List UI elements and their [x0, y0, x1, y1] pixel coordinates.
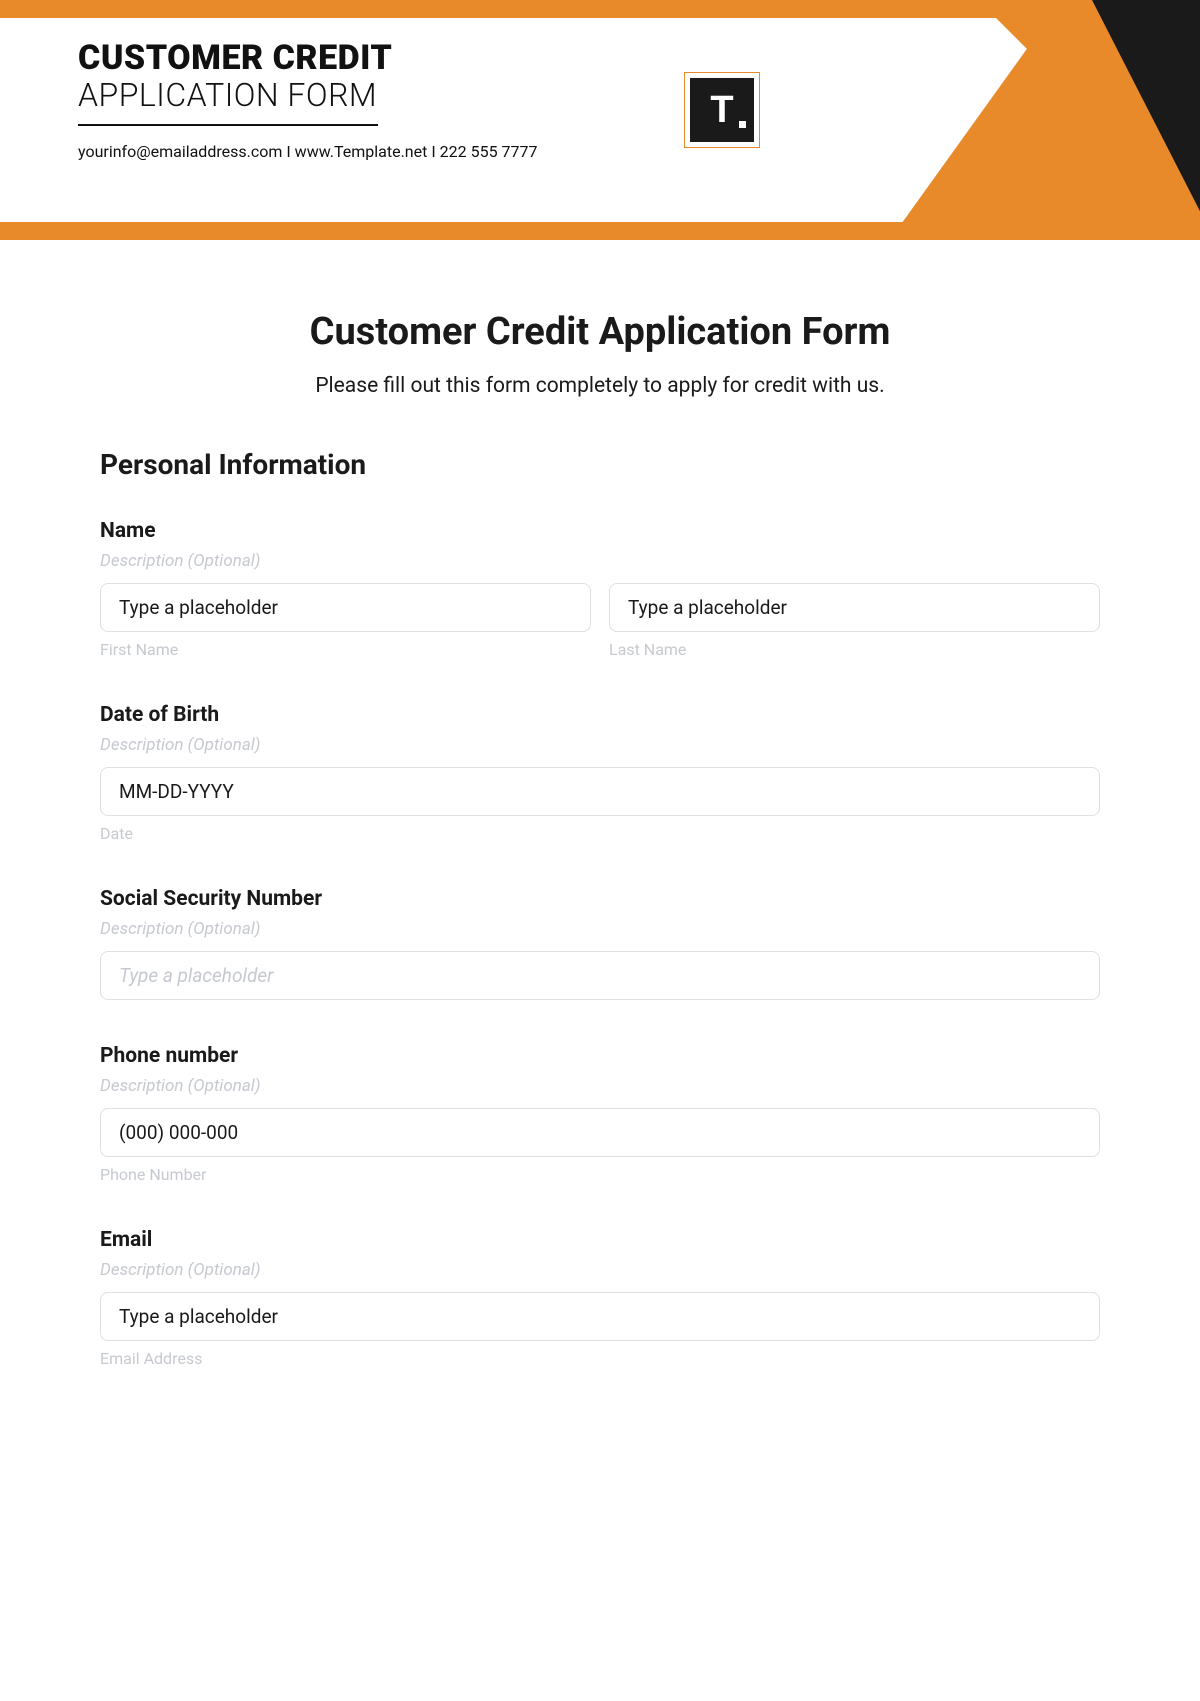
- banner-title-bold: CUSTOMER CREDIT: [78, 38, 538, 78]
- banner-contact-line: yourinfo@emailaddress.com I www.Template…: [78, 142, 538, 161]
- field-name: Name Description (Optional) First Name L…: [100, 519, 1100, 659]
- banner-text-block: CUSTOMER CREDIT APPLICATION FORM yourinf…: [78, 38, 538, 161]
- desc-phone: Description (Optional): [100, 1076, 1100, 1096]
- desc-name: Description (Optional): [100, 551, 1100, 571]
- desc-dob: Description (Optional): [100, 735, 1100, 755]
- sublabel-phone: Phone Number: [100, 1165, 1100, 1184]
- logo-frame: T: [684, 72, 760, 148]
- header-banner: CUSTOMER CREDIT APPLICATION FORM yourinf…: [0, 0, 1200, 240]
- sublabel-first-name: First Name: [100, 640, 591, 659]
- desc-email: Description (Optional): [100, 1260, 1100, 1280]
- logo-letter: T: [710, 89, 733, 132]
- page-subtitle: Please fill out this form completely to …: [100, 374, 1100, 398]
- logo-dot-icon: [739, 121, 746, 128]
- field-email: Email Description (Optional) Email Addre…: [100, 1228, 1100, 1368]
- label-name: Name: [100, 519, 1100, 543]
- label-phone: Phone number: [100, 1044, 1100, 1068]
- field-dob: Date of Birth Description (Optional) Dat…: [100, 703, 1100, 843]
- form-area: Customer Credit Application Form Please …: [0, 240, 1200, 1368]
- phone-input[interactable]: [100, 1108, 1100, 1157]
- email-input[interactable]: [100, 1292, 1100, 1341]
- sublabel-email: Email Address: [100, 1349, 1100, 1368]
- field-phone: Phone number Description (Optional) Phon…: [100, 1044, 1100, 1184]
- label-email: Email: [100, 1228, 1100, 1252]
- section-heading-personal: Personal Information: [100, 448, 1100, 481]
- last-name-input[interactable]: [609, 583, 1100, 632]
- sublabel-dob: Date: [100, 824, 1100, 843]
- label-ssn: Social Security Number: [100, 887, 1100, 911]
- sublabel-last-name: Last Name: [609, 640, 1100, 659]
- label-dob: Date of Birth: [100, 703, 1100, 727]
- banner-title-light: APPLICATION FORM: [78, 76, 538, 114]
- logo-box: T: [690, 78, 754, 142]
- first-name-input[interactable]: [100, 583, 591, 632]
- page-title: Customer Credit Application Form: [100, 310, 1100, 354]
- dob-input[interactable]: [100, 767, 1100, 816]
- banner-divider: [78, 124, 378, 126]
- field-ssn: Social Security Number Description (Opti…: [100, 887, 1100, 1000]
- desc-ssn: Description (Optional): [100, 919, 1100, 939]
- ssn-input[interactable]: [100, 951, 1100, 1000]
